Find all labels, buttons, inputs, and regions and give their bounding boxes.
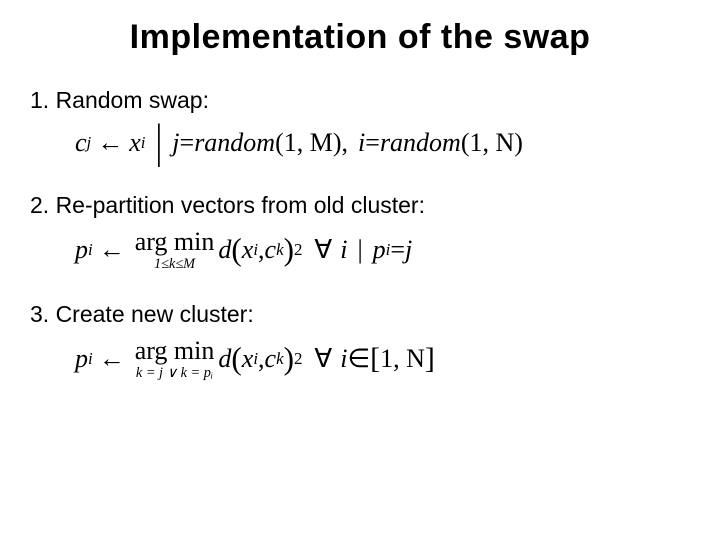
f2-lhs-var: p xyxy=(75,235,88,265)
lbracket-icon: [ xyxy=(370,342,380,376)
forall-icon: ∀ xyxy=(314,344,332,374)
f3-i: i xyxy=(340,344,347,374)
f3-pow: 2 xyxy=(294,349,302,369)
step-1-formula: cj ← xi | j = random(1, M), i = random(1… xyxy=(75,124,690,162)
f1-lhs-sub: j xyxy=(87,133,92,153)
f2-i: i xyxy=(340,235,347,265)
f3-range: 1, N xyxy=(380,344,425,374)
slide-title: Implementation of the swap xyxy=(30,18,690,57)
slide: Implementation of the swap 1. Random swa… xyxy=(0,0,720,540)
f2-lhs-sub: i xyxy=(88,240,93,260)
rparen-icon: ) xyxy=(284,232,294,268)
f3-x: x xyxy=(242,344,254,374)
f1-i: i xyxy=(358,128,365,158)
step-1-label: 1. Random swap: xyxy=(30,87,690,114)
f1-comma: , xyxy=(342,128,349,158)
f1-ieq: = xyxy=(365,128,380,158)
left-arrow-icon: ← xyxy=(99,235,125,265)
forall-icon: ∀ xyxy=(314,235,332,265)
lparen-icon: ( xyxy=(231,232,241,268)
f2-c: c xyxy=(265,235,277,265)
f1-ifn: random xyxy=(380,128,461,158)
step-3-formula: pi ← arg min k = j ∨ k = pᵢ d(xi , ck)2 … xyxy=(75,338,690,380)
left-arrow-icon: ← xyxy=(99,344,125,374)
step-3-label: 3. Create new cluster: xyxy=(30,301,690,328)
step-2-formula: pi ← arg min 1≤k≤M d(xi , ck)2 ∀ i | pi … xyxy=(75,229,690,271)
such-that-bar-icon: | xyxy=(357,235,362,265)
f2-ck: k xyxy=(276,240,284,260)
f1-jeq: = xyxy=(180,128,195,158)
argmin-operator: arg min 1≤k≤M xyxy=(135,229,215,271)
f2-eq: = xyxy=(390,235,405,265)
argmin-range: 1≤k≤M xyxy=(154,257,195,271)
f1-rhs-sub: i xyxy=(141,133,146,153)
argmin-range: k = j ∨ k = pᵢ xyxy=(136,366,213,380)
f2-j: j xyxy=(405,235,412,265)
f3-ck: k xyxy=(276,349,284,369)
f3-lhs-var: p xyxy=(75,344,88,374)
f2-pi: p xyxy=(373,235,386,265)
rbracket-icon: ] xyxy=(425,342,435,376)
argmin-top: arg min xyxy=(135,338,215,364)
left-arrow-icon: ← xyxy=(97,128,123,158)
f2-pow: 2 xyxy=(294,240,302,260)
f1-jargs: (1, M) xyxy=(275,128,341,158)
lparen-icon: ( xyxy=(231,341,241,377)
step-2-label: 2. Re-partition vectors from old cluster… xyxy=(30,192,690,219)
f3-in: ∈ xyxy=(347,344,370,374)
f3-c: c xyxy=(265,344,277,374)
f1-rhs-var: x xyxy=(129,128,141,158)
f1-iargs: (1, N) xyxy=(461,128,523,158)
divider-bar-icon: | xyxy=(156,116,163,169)
f1-jfn: random xyxy=(194,128,275,158)
f1-j: j xyxy=(172,128,179,158)
f2-d: d xyxy=(218,235,231,265)
argmin-top: arg min xyxy=(135,229,215,255)
argmin-operator: arg min k = j ∨ k = pᵢ xyxy=(135,338,215,380)
f1-lhs-var: c xyxy=(75,128,87,158)
f2-x: x xyxy=(242,235,254,265)
f3-d: d xyxy=(218,344,231,374)
rparen-icon: ) xyxy=(284,341,294,377)
f3-lhs-sub: i xyxy=(88,349,93,369)
